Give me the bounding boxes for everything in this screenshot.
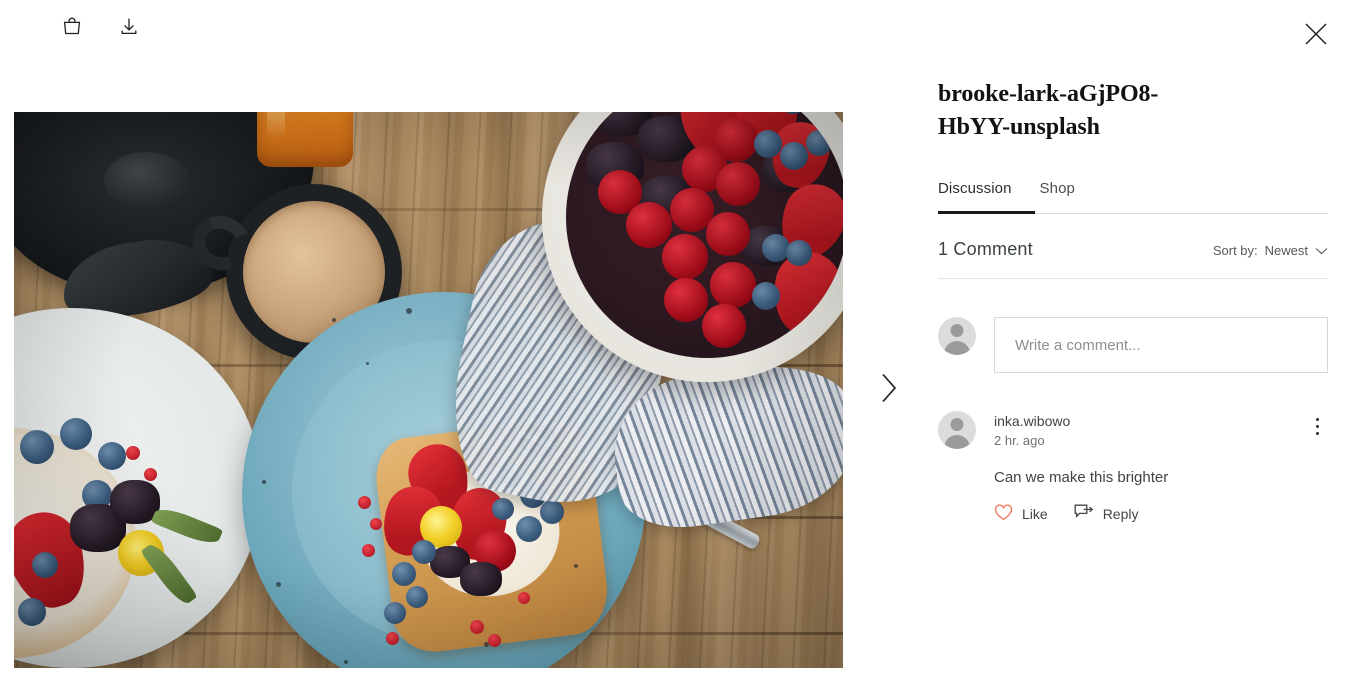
- download-icon: [118, 15, 140, 42]
- shopping-bag-button[interactable]: [50, 6, 94, 50]
- page-title: brooke-lark-aGjPO8-HbYY-unsplash: [938, 81, 1159, 141]
- active-tab-underline: [938, 211, 1035, 214]
- comment-text: Can we make this brighter: [994, 468, 1169, 486]
- comment-timestamp: 2 hr. ago: [994, 433, 1045, 449]
- sort-by-label: Sort by:: [1212, 243, 1258, 258]
- comment-header: inka.wibowo 2 hr. ago: [938, 411, 1328, 451]
- heart-icon: [994, 504, 1013, 524]
- more-options-icon[interactable]: [1306, 411, 1328, 441]
- chevron-right-icon: [876, 371, 900, 410]
- photo-image: [14, 112, 843, 668]
- comments-meta-row: 1 Comment Sort by: Newest: [938, 239, 1328, 260]
- comments-divider: [938, 278, 1328, 279]
- comment-count: 1 Comment: [938, 239, 1033, 259]
- like-label: Like: [1022, 505, 1048, 522]
- comment-actions: Like Reply: [994, 504, 1328, 524]
- tab-discussion[interactable]: Discussion: [938, 180, 1012, 214]
- details-panel: brooke-lark-aGjPO8-HbYY-unsplash Discuss…: [938, 0, 1328, 698]
- shopping-bag-icon: [61, 15, 83, 42]
- download-button[interactable]: [107, 6, 151, 50]
- sort-by-dropdown[interactable]: Sort by: Newest: [1213, 243, 1328, 258]
- reply-icon: [1074, 504, 1094, 523]
- comment-item: inka.wibowo 2 hr. ago Can we make this b…: [938, 411, 1328, 524]
- comment-author: inka.wibowo: [994, 413, 1071, 429]
- media-stage[interactable]: [14, 112, 843, 668]
- tab-bar: Discussion Shop: [938, 180, 1328, 214]
- like-button[interactable]: Like: [994, 504, 1048, 524]
- sort-by-value: Newest: [1264, 243, 1308, 258]
- avatar: [938, 411, 976, 449]
- chevron-down-icon: [1315, 243, 1328, 258]
- user-avatar-icon: [938, 317, 976, 355]
- reply-button[interactable]: Reply: [1074, 504, 1139, 523]
- reply-label: Reply: [1102, 505, 1139, 522]
- comment-input[interactable]: Write a comment...: [994, 317, 1328, 373]
- next-image-button[interactable]: [862, 364, 914, 416]
- tab-shop[interactable]: Shop: [1040, 180, 1075, 214]
- comment-composer: Write a comment...: [938, 317, 1328, 373]
- image-viewer: brooke-lark-aGjPO8-HbYY-unsplash Discuss…: [0, 0, 1352, 698]
